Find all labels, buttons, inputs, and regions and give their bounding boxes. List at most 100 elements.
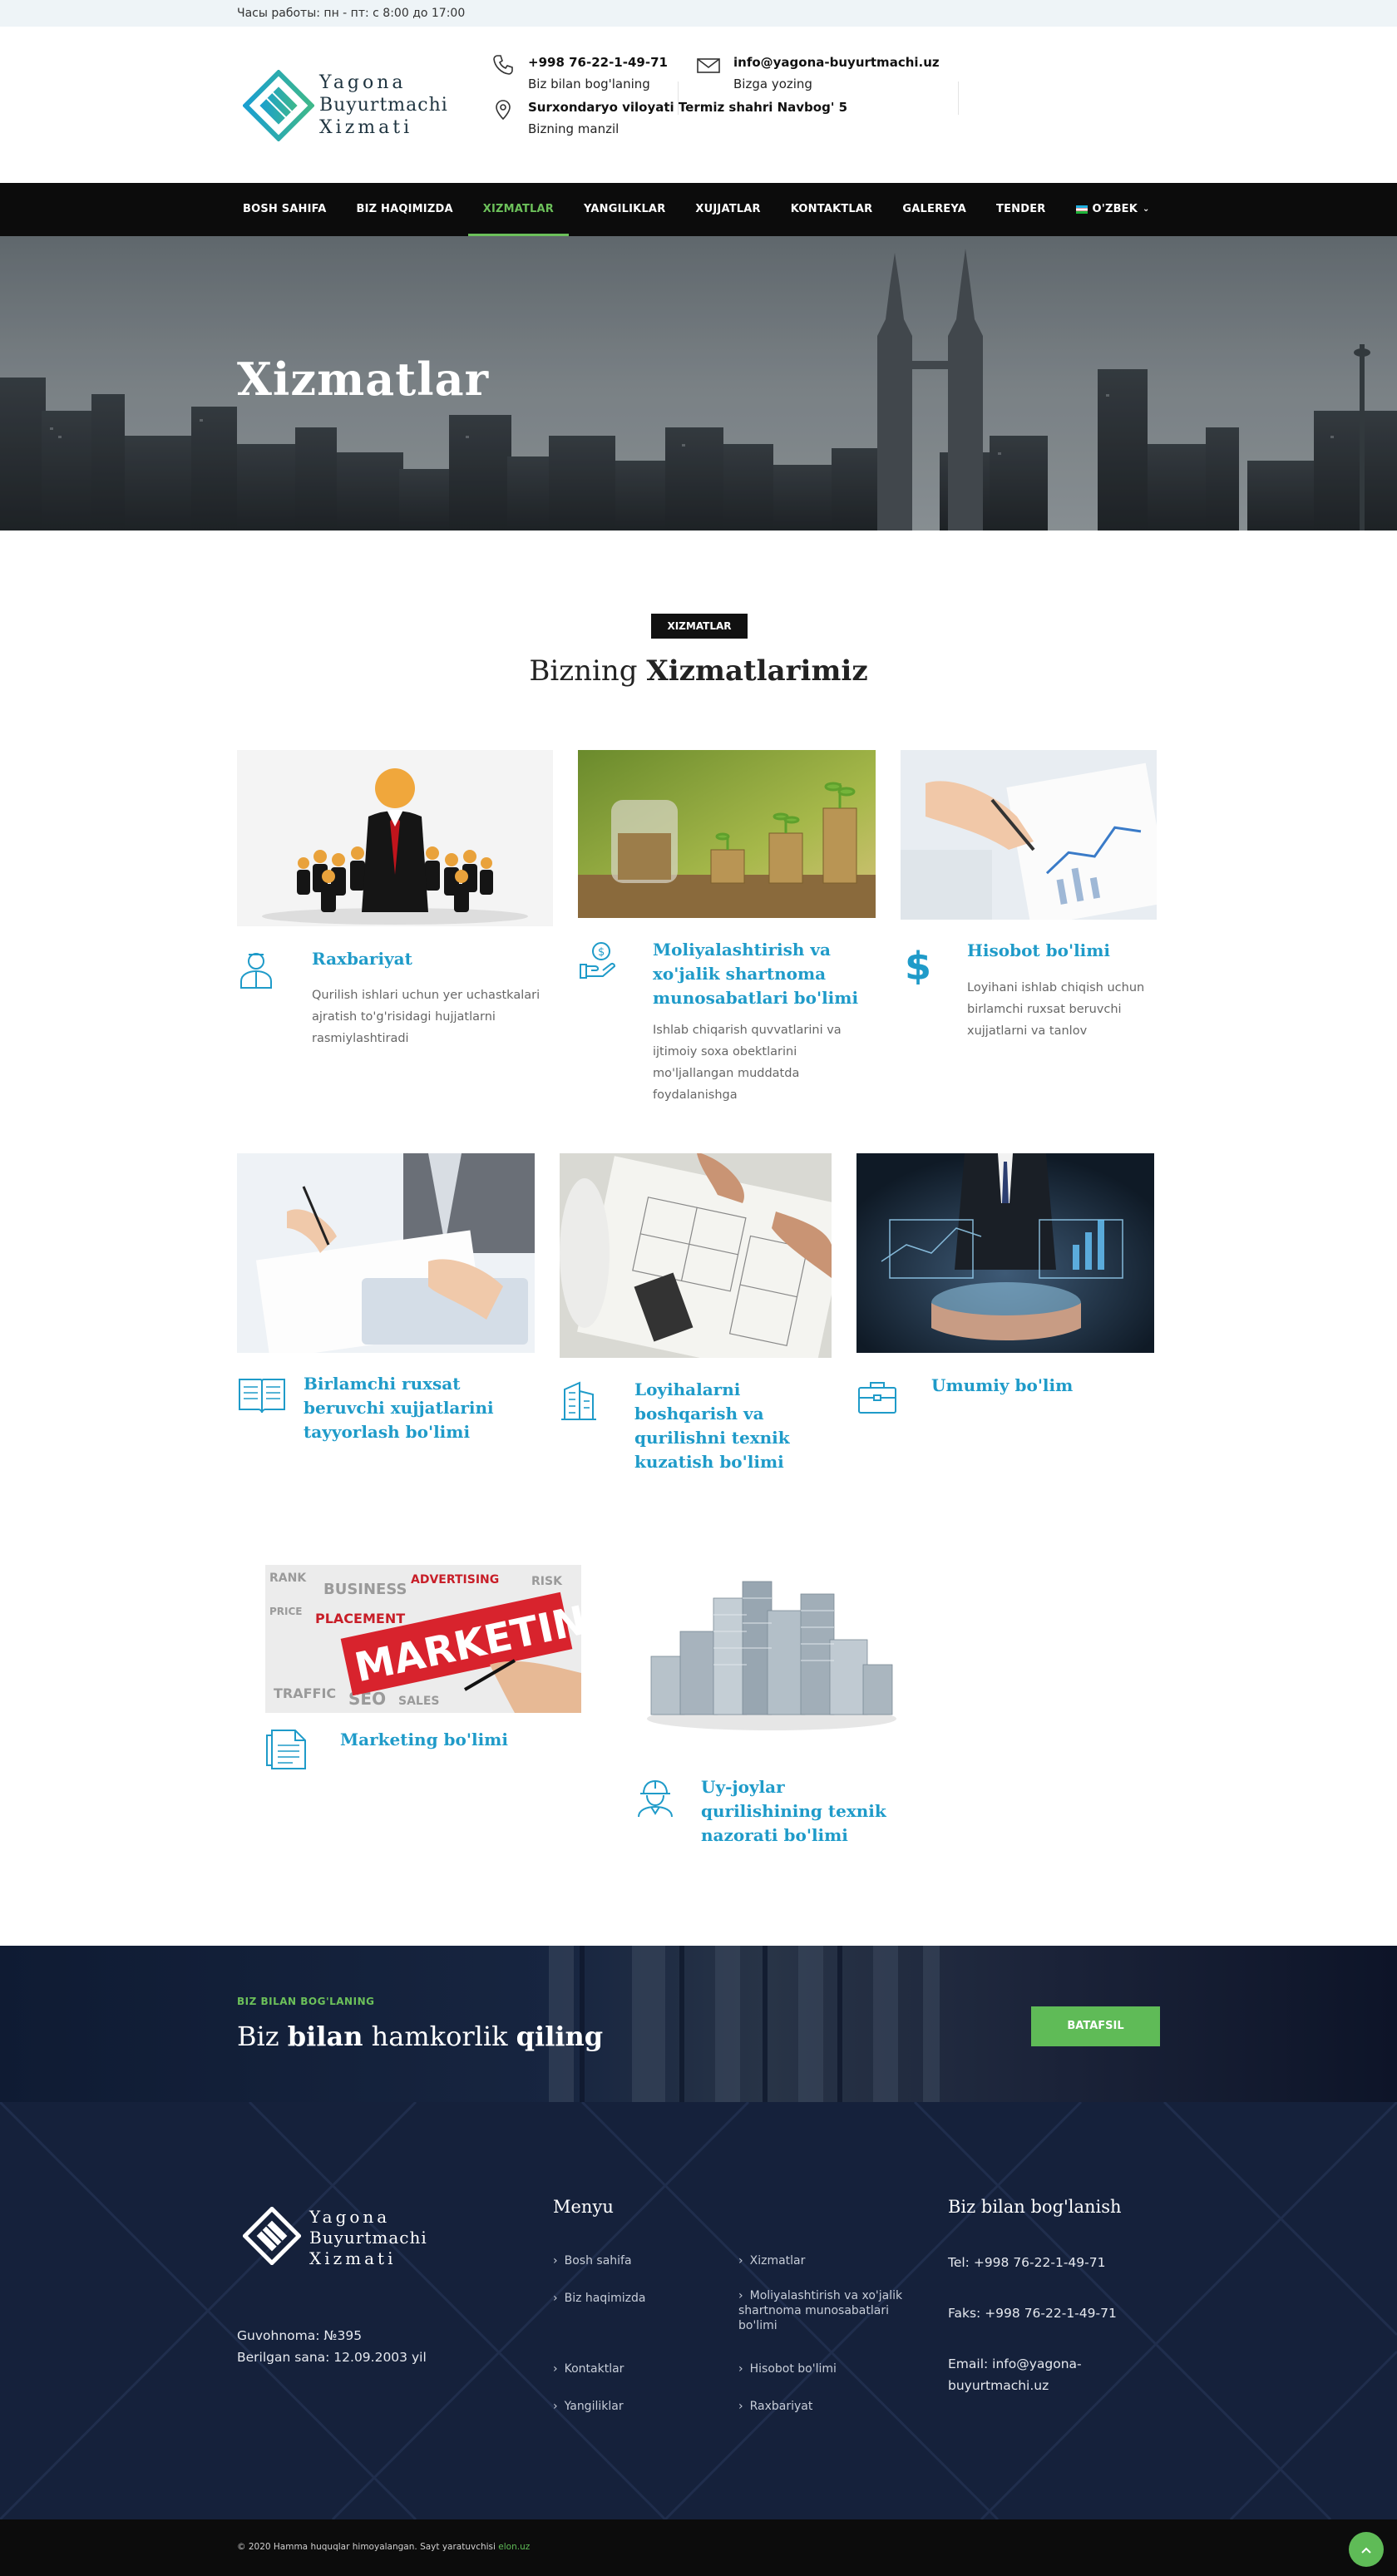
footer-link-biz-haqimizda[interactable]: Biz haqimizda [553, 2291, 646, 2306]
phone-caption: Biz bilan bog'laning [528, 76, 650, 91]
logo-line-3: Xizmati [319, 117, 413, 138]
nav-item-bosh-sahifa[interactable]: BOSH SAHIFA [236, 183, 342, 236]
service-title[interactable]: Hisobot bo'limi [967, 939, 1157, 963]
footer-link-raxbariyat[interactable]: Raxbariyat [738, 2399, 813, 2414]
service-title[interactable]: Birlamchi ruxsat beruvchi xujjatlarini t… [304, 1372, 535, 1444]
service-card-uy-joylar[interactable]: Uy-joylar qurilishining texnik nazorati … [634, 1565, 909, 1845]
service-title[interactable]: Loyihalarni boshqarish va qurilishni tex… [634, 1378, 832, 1474]
svg-text:ADVERTISING: ADVERTISING [411, 1573, 499, 1587]
service-title[interactable]: Umumiy bo'lim [931, 1374, 1154, 1398]
email-caption: Bizga yozing [733, 76, 812, 91]
business-hologram-image [856, 1153, 1154, 1353]
service-card-birlamchi[interactable]: Birlamchi ruxsat beruvchi xujjatlarini t… [237, 1153, 535, 1453]
nav-menu: BOSH SAHIFA BIZ HAQIMIZDA XIZMATLAR YANG… [236, 183, 1165, 236]
header-email[interactable]: info@yagona-buyurtmachi.uz Bizga yozing [697, 52, 940, 95]
language-label: O'ZBEK [1092, 203, 1138, 215]
dollar-icon: $ [905, 944, 931, 985]
footer-contact-title: Biz bilan bog'lanish [948, 2197, 1122, 2217]
service-title[interactable]: Raxbariyat [312, 947, 553, 971]
briefcase-icon [858, 1382, 896, 1414]
address-caption: Bizning manzil [528, 121, 620, 136]
location-pin-icon [496, 100, 511, 121]
footer-logo-text: Yagona Buyurtmachi Xizmati [309, 2207, 427, 2269]
service-card-umumiy[interactable]: Umumiy bo'lim [856, 1153, 1154, 1419]
cta-word-bold: bilan [287, 2021, 363, 2052]
service-card-hisobot[interactable]: $ Hisobot bo'limi Loyihani ishlab chiqis… [901, 750, 1157, 1049]
page-title: Xizmatlar [237, 353, 490, 406]
main-navigation: BOSH SAHIFA BIZ HAQIMIZDA XIZMATLAR YANG… [0, 183, 1397, 236]
service-title[interactable]: Marketing bo'limi [340, 1728, 581, 1752]
footer-menu-title: Menyu [553, 2197, 614, 2217]
service-card-moliyalashtirish[interactable]: $ Moliyalashtirish va xo'jalik shartnoma… [578, 750, 876, 1102]
service-description: Loyihani ishlab chiqish uchun birlamchi … [967, 981, 1145, 1038]
phone-number[interactable]: +998 76-22-1-49-71 [528, 55, 668, 70]
book-icon [239, 1379, 285, 1414]
copyright-bar: © 2020 Hamma huquqlar himoyalangan. Sayt… [0, 2519, 1397, 2576]
nav-item-kontaktlar[interactable]: KONTAKTLAR [776, 183, 888, 236]
service-title[interactable]: Moliyalashtirish va xo'jalik shartnoma m… [653, 938, 876, 1010]
site-logo[interactable]: Yagona Buyurtmachi Xizmati [243, 70, 447, 145]
logo-line-1: Yagona [309, 2207, 391, 2227]
language-selector[interactable]: O'ZBEK ⌄ [1061, 183, 1165, 236]
service-title[interactable]: Uy-joylar qurilishining texnik nazorati … [701, 1775, 909, 1848]
header-phone[interactable]: +998 76-22-1-49-71 Biz bilan bog'laning [493, 52, 668, 95]
footer-link-yangiliklar[interactable]: Yangiliklar [553, 2399, 624, 2414]
nav-item-biz-haqimizda[interactable]: BIZ HAQIMIZDA [342, 183, 468, 236]
svg-text:BUSINESS: BUSINESS [323, 1581, 407, 1598]
cta-word: hamkorlik [371, 2021, 508, 2052]
cta-banner: BIZ BILAN BOG'LANING Biz bilan hamkorlik… [0, 1946, 1397, 2102]
service-card-loyihalarni[interactable]: Loyihalarni boshqarish va qurilishni tex… [560, 1153, 832, 1486]
cta-word: Biz [237, 2021, 279, 2052]
section-title-bold: Xizmatlarimiz [646, 654, 868, 688]
footer-email[interactable]: Email: info@yagona- buyurtmachi.uz [948, 2353, 1082, 2396]
service-card-marketing[interactable]: RANK BUSINESS ADVERTISING RISK PRICE PLACEME… [265, 1565, 581, 1781]
nav-item-xujjatlar[interactable]: XUJJATLAR [680, 183, 775, 236]
scroll-to-top-button[interactable] [1349, 2532, 1384, 2567]
leadership-image [237, 750, 553, 926]
nav-item-xizmatlar[interactable]: XIZMATLAR [467, 183, 570, 236]
logo-mark-icon [243, 70, 314, 141]
blueprints-image [560, 1153, 832, 1358]
svg-text:SALES: SALES [398, 1695, 440, 1708]
nav-item-tender[interactable]: TENDER [981, 183, 1061, 236]
phone-icon [493, 55, 513, 75]
section-title-normal: Bizning [529, 654, 638, 688]
envelope-icon [697, 58, 720, 73]
logo-line-3: Xizmati [309, 2248, 397, 2268]
cta-word-bold: qiling [516, 2021, 604, 2052]
service-description: Ishlab chiqarish quvvatlarini va ijtimoi… [653, 1024, 842, 1102]
svg-text:PLACEMENT: PLACEMENT [315, 1611, 405, 1626]
signing-documents-image [237, 1153, 535, 1353]
svg-text:$: $ [905, 944, 931, 985]
footer-link-kontaktlar[interactable]: Kontaktlar [553, 2361, 624, 2376]
footer-link-bosh-sahifa[interactable]: Bosh sahifa [553, 2253, 632, 2268]
service-description: Qurilish ishlari uchun yer uchastkalari … [312, 989, 541, 1045]
details-button[interactable]: BATAFSIL [1031, 2006, 1160, 2046]
footer-link-moliyalashtirish[interactable]: Moliyalashtirish va xo'jalik shartnoma m… [738, 2288, 921, 2333]
footer-link-xizmatlar[interactable]: Xizmatlar [738, 2253, 806, 2268]
footer-email-line-2: buyurtmachi.uz [948, 2378, 1049, 2393]
logo-mark-icon [243, 2207, 301, 2265]
nav-item-yangiliklar[interactable]: YANGILIKLAR [569, 183, 680, 236]
certificate-info: Guvohnoma: №395 Berilgan sana: 12.09.200… [237, 2325, 427, 2368]
svg-text:PRICE: PRICE [269, 1606, 303, 1617]
coins-growth-image [578, 750, 876, 918]
working-hours: Часы работы: пн - пт: с 8:00 до 17:00 [237, 7, 466, 20]
cta-headline: Biz bilan hamkorlik qiling [237, 2021, 603, 2052]
service-card-raxbariyat[interactable]: Raxbariyat Qurilish ishlari uchun yer uc… [237, 750, 553, 1049]
footer: Yagona Buyurtmachi Xizmati Guvohnoma: №3… [0, 2102, 1397, 2519]
creator-link[interactable]: elon.uz [498, 2542, 530, 2552]
logo-line-2: Buyurtmachi [319, 95, 448, 116]
logo-line-1: Yagona [319, 72, 407, 93]
logo-text: Yagona Buyurtmachi Xizmati [319, 72, 448, 139]
footer-phone[interactable]: Tel: +998 76-22-1-49-71 [948, 2252, 1105, 2273]
header-address: Surxondaryo viloyati Termiz shahri Navbo… [496, 96, 847, 140]
nav-item-galereya[interactable]: GALEREYA [887, 183, 981, 236]
document-icon [266, 1730, 306, 1769]
footer-link-hisobot[interactable]: Hisobot bo'limi [738, 2361, 837, 2376]
header-divider [678, 81, 679, 115]
footer-background-pattern [0, 2102, 1397, 2519]
uzbek-flag-icon [1075, 205, 1088, 214]
report-writing-image [901, 750, 1157, 920]
email-address[interactable]: info@yagona-buyurtmachi.uz [733, 55, 940, 70]
